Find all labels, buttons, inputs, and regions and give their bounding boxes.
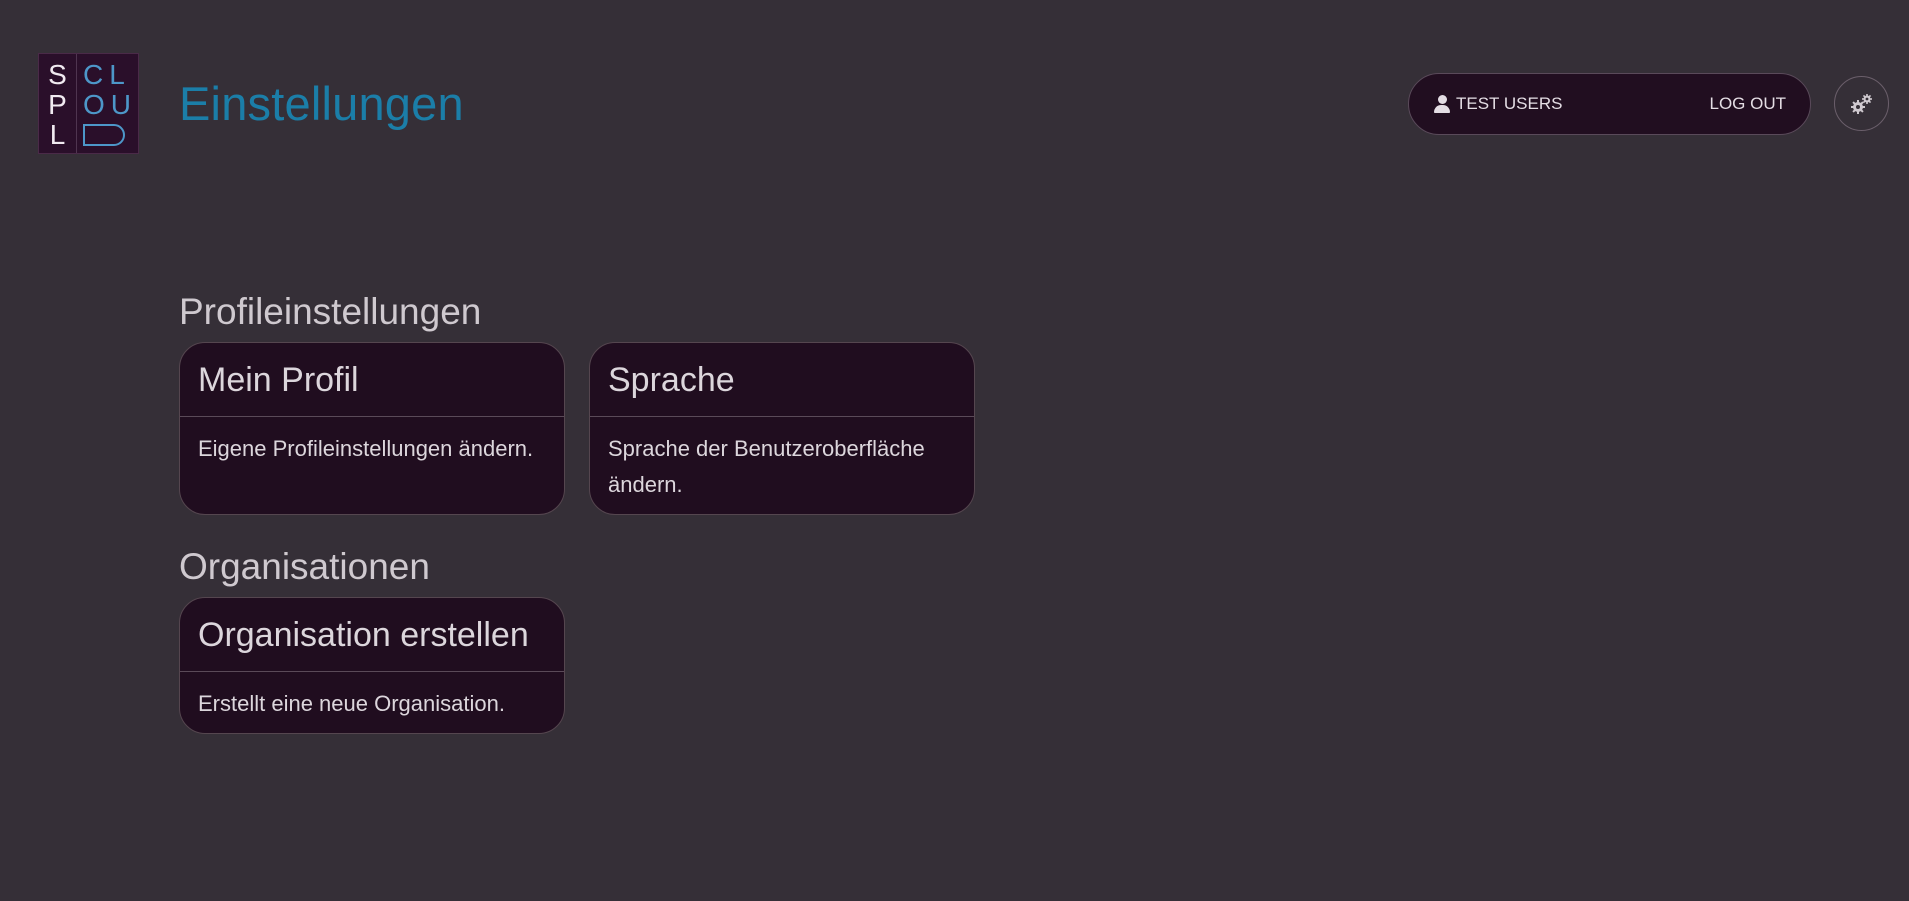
logo-letter: P: [48, 89, 67, 120]
spl-cloud-logo[interactable]: S P L CL OU: [38, 53, 139, 154]
card-description: Eigene Profileinstellungen ändern.: [198, 436, 534, 461]
card-description: Erstellt eine neue Organisation.: [198, 691, 505, 716]
user-name-label: TEST USERS: [1456, 94, 1563, 113]
user-bar: TEST USERS LOG OUT: [1408, 73, 1811, 135]
logo-letter: S: [48, 59, 67, 90]
logo-left-column: S P L: [39, 54, 77, 153]
logo-letter: CL: [83, 59, 131, 90]
logo-right-column: CL OU: [77, 54, 138, 153]
page-title: Einstellungen: [179, 77, 464, 130]
card-organisation-erstellen[interactable]: Organisation erstellen Erstellt eine neu…: [179, 597, 565, 734]
gears-icon: [1850, 93, 1872, 114]
card-title: Mein Profil: [180, 343, 564, 417]
card-title: Sprache: [590, 343, 974, 417]
settings-page: S P L CL OU Einstellungen TEST USERS LOG…: [0, 0, 1909, 901]
user-profile-link[interactable]: TEST USERS: [1434, 94, 1562, 114]
card-mein-profil[interactable]: Mein Profil Eigene Profileinstellungen ä…: [179, 342, 565, 515]
user-icon: [1434, 95, 1450, 113]
section-title-profile: Profileinstellungen: [179, 291, 482, 332]
logo-d-shape: [83, 124, 125, 146]
logo-letter: L: [49, 119, 66, 150]
settings-button[interactable]: [1834, 76, 1889, 131]
logout-button[interactable]: LOG OUT: [1709, 94, 1786, 114]
logo-letter: OU: [83, 89, 137, 120]
section-title-organisations: Organisationen: [179, 546, 430, 587]
card-title: Organisation erstellen: [180, 598, 564, 672]
card-sprache[interactable]: Sprache Sprache der Benutzeroberfläche ä…: [589, 342, 975, 515]
card-description: Sprache der Benutzeroberfläche ändern.: [608, 436, 925, 497]
